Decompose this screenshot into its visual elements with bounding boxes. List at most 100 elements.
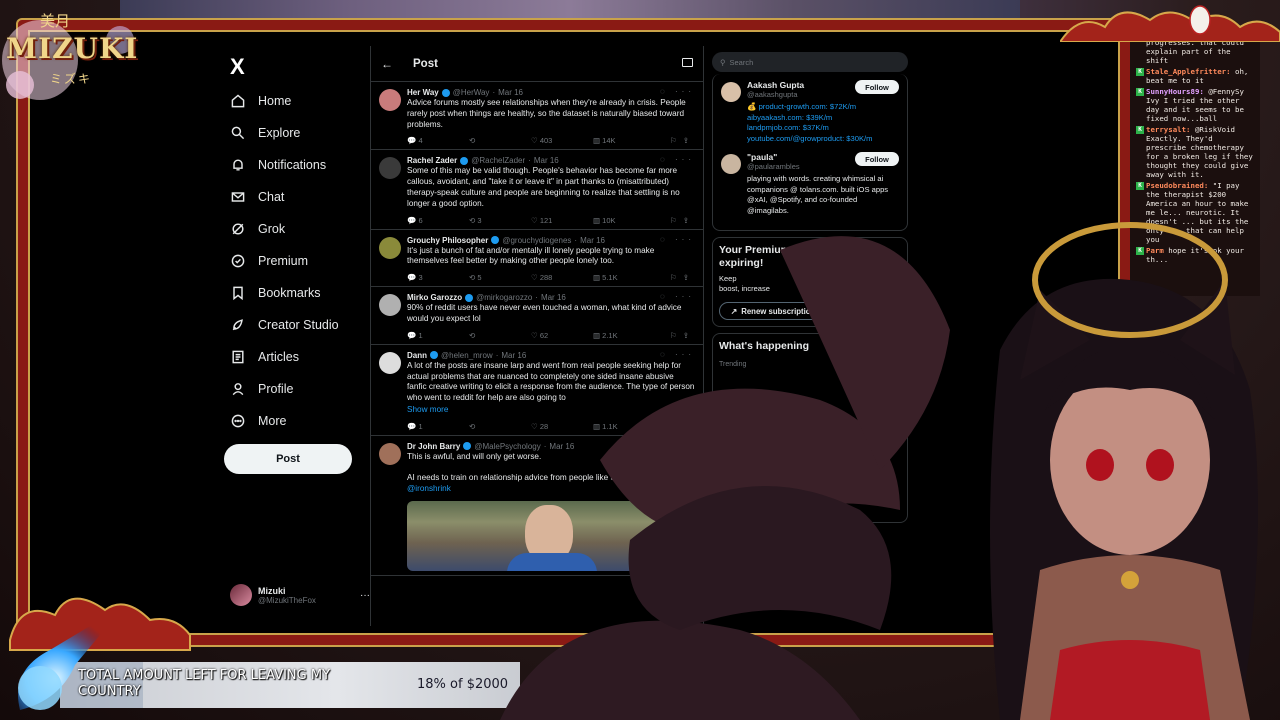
nav-item-home[interactable]: Home (230, 88, 291, 114)
bookmark-share-icons[interactable]: ⚐⇪ (655, 331, 695, 340)
mail-icon (231, 192, 245, 202)
reply-button[interactable]: 💬 6 (407, 216, 469, 225)
repost-button[interactable]: ⟲ 3 (469, 216, 531, 225)
avatar[interactable] (379, 89, 401, 111)
chat-message: K Pseudobrained: "I pay the therapist $20… (1136, 181, 1256, 244)
tweet-author[interactable]: Her Way (407, 88, 439, 97)
x-logo[interactable]: X (230, 54, 245, 80)
bookmark-share-icons[interactable]: ⚐⇪ (655, 273, 695, 282)
avatar[interactable] (379, 442, 401, 465)
bookmark-share-icons[interactable]: ⚐⇪ (655, 422, 695, 431)
views-button[interactable]: ▥ 14K (593, 136, 655, 145)
chat-username[interactable]: SunnyHours89: (1146, 87, 1204, 96)
tweet[interactable]: Mirko Garozzo @mirkogarozzo · Mar 16 ◌ ··· 90… (371, 287, 703, 345)
views-button[interactable]: ▥ 2.1K (593, 331, 655, 340)
views-button[interactable]: ▥ 1.1K (593, 422, 655, 431)
tweet-actions: 💬 6 ⟲ 3 ♡ 121 ▥ 10K ⚐⇪ (407, 216, 695, 225)
more-dots-icon[interactable]: ◌ ··· (660, 87, 695, 96)
repost-button[interactable]: ⟲ (469, 422, 531, 431)
search-icon: ⚲ (720, 57, 726, 67)
views-button[interactable]: ▥ 10K (593, 216, 655, 225)
repost-button[interactable]: ⟲ (469, 331, 531, 340)
reply-button[interactable]: 💬 1 (407, 331, 469, 340)
more-dots-icon[interactable]: ◌ ··· (660, 441, 695, 450)
nav-item-grok[interactable]: Grok (230, 216, 285, 242)
search-input[interactable]: ⚲ Search (712, 52, 908, 72)
tweet[interactable]: Dr John Barry @MalePsychology · Mar 16 ◌ ···… (371, 436, 703, 577)
views-button[interactable]: ▥ 5.1K (593, 273, 655, 282)
more-dots-icon[interactable]: ◌ ··· (660, 155, 695, 164)
mention-link[interactable]: @ironshrink (407, 484, 695, 495)
like-button[interactable]: ♡ 403 (531, 136, 593, 145)
avatar[interactable] (379, 236, 401, 259)
nav-item-notifications[interactable]: Notifications (230, 152, 326, 178)
tweet-handle: @mirkogarozzo (476, 293, 533, 303)
more-dots-icon[interactable]: ◌ ··· (660, 292, 695, 301)
bio-line[interactable]: youtube.com/@growproduct: $30K/m (747, 134, 901, 145)
reader-view-icon[interactable] (682, 58, 693, 67)
bio-line[interactable]: product-growth.com: $72K/m (759, 102, 857, 111)
show-more-link[interactable]: Show more (407, 405, 695, 416)
footer-link[interactable]: Accessibility · Ads i (712, 545, 908, 557)
chat-username[interactable]: Stale_Applefritter: (1146, 67, 1231, 76)
tweet-author[interactable]: Rachel Zader (407, 156, 457, 165)
tweet-date: Mar 16 (501, 350, 527, 360)
chat-text: "I pay the therapist $200 America an hou… (1146, 181, 1249, 244)
follow-button[interactable]: Follow (855, 152, 899, 166)
nav-item-bookmarks[interactable]: Bookmarks (230, 280, 321, 306)
reply-button[interactable]: 💬 3 (407, 273, 469, 282)
account-switcher[interactable]: Mizuki @MizukiTheFox ··· (230, 584, 370, 606)
bio-line[interactable]: landpmjob.com: $37K/m (747, 123, 901, 134)
tweet-author[interactable]: Mirko Garozzo (407, 293, 462, 302)
more-dots-icon[interactable]: ◌ ··· (660, 235, 695, 244)
follow-button[interactable]: Follow (855, 80, 899, 94)
tweet-image[interactable] (407, 501, 695, 572)
renew-subscription-button[interactable]: ↗ Renew subscription (719, 302, 827, 320)
bio-line[interactable]: aibyaakash.com: $39K/m (747, 113, 901, 124)
chat-username[interactable]: Pseudobrained: (1146, 181, 1208, 190)
footer-link[interactable]: Terms of Service (712, 533, 908, 545)
chat-username[interactable]: terrysalt: (1146, 125, 1191, 134)
nav-label: Home (258, 94, 292, 108)
tweet-author[interactable]: Grouchy Philosopher (407, 236, 488, 245)
nav-item-premium[interactable]: Premium (230, 248, 308, 274)
nav-item-more[interactable]: More (230, 408, 286, 434)
tweet[interactable]: Grouchy Philosopher @grouchydiogenes · Mar … (371, 230, 703, 288)
more-dots-icon[interactable]: ◌ ··· (660, 350, 695, 359)
tweet[interactable]: Her Way @HerWay · Mar 16 ◌ ··· Advice forums … (371, 82, 703, 151)
tweet[interactable]: Rachel Zader @RachelZader · Mar 16 ◌ ··· Some… (371, 150, 703, 230)
search-placeholder: Search (729, 57, 754, 67)
bookmark-share-icons[interactable]: ⚐⇪ (655, 216, 695, 225)
repost-button[interactable]: ⟲ 5 (469, 273, 531, 282)
nav-item-profile[interactable]: Profile (230, 376, 293, 402)
tweet-author[interactable]: Dann (407, 351, 427, 360)
nav-item-explore[interactable]: Explore (230, 120, 300, 146)
avatar[interactable] (379, 351, 401, 374)
bell-icon (233, 159, 243, 171)
back-arrow-icon[interactable]: ← (381, 57, 393, 71)
nav-item-chat[interactable]: Chat (230, 184, 284, 210)
like-button[interactable]: ♡ 62 (531, 331, 593, 340)
reply-button[interactable]: 💬 4 (407, 136, 469, 145)
like-button[interactable]: ♡ 288 (531, 273, 593, 282)
post-button[interactable]: Post (224, 444, 352, 474)
account-handle: @MizukiTheFox (258, 595, 316, 605)
more-dots-icon[interactable]: ··· (360, 590, 370, 601)
like-button[interactable]: ♡ 121 (531, 216, 593, 225)
like-button[interactable]: ♡ 28 (531, 422, 593, 431)
tweet[interactable]: Dann @helen_mrow · Mar 16 ◌ ··· A lot of the … (371, 345, 703, 436)
stream-scene: X Home Explore Notifications Chat Grok Premiu… (0, 0, 1280, 720)
nav-item-articles[interactable]: Articles (230, 344, 299, 370)
nav-item-creator-studio[interactable]: Creator Studio (230, 312, 339, 338)
tweet-text: This is awful, and will only get worse. (407, 451, 542, 461)
bookmark-share-icons[interactable]: ⚐⇪ (655, 136, 695, 145)
chat-username[interactable]: Parm (1146, 246, 1164, 255)
nav-label: Articles (258, 350, 299, 364)
avatar[interactable] (379, 157, 401, 180)
show-more-link[interactable]: Show (719, 478, 901, 487)
reply-button[interactable]: 💬 1 (407, 422, 469, 431)
repost-button[interactable]: ⟲ (469, 136, 531, 145)
tweet-author[interactable]: Dr John Barry (407, 442, 460, 451)
tweet-actions: 💬 4 ⟲ ♡ 403 ▥ 14K ⚐⇪ (407, 136, 695, 145)
avatar[interactable] (379, 294, 401, 317)
